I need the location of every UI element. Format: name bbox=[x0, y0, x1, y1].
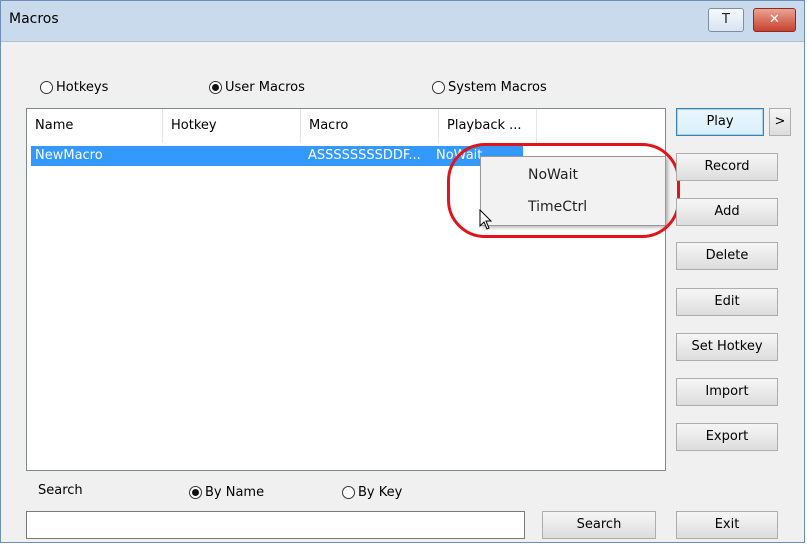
record-button[interactable]: Record bbox=[676, 153, 778, 181]
mouse-cursor-icon bbox=[479, 209, 493, 230]
radio-system-macros-label: System Macros bbox=[448, 79, 547, 95]
edit-button[interactable]: Edit bbox=[676, 288, 778, 316]
table-row[interactable]: NewMacro ASSSSSSSSDDF... NoWait bbox=[31, 146, 523, 166]
search-label: Search bbox=[38, 483, 83, 498]
more-button[interactable]: > bbox=[769, 108, 791, 136]
radio-by-name[interactable]: By Name bbox=[189, 482, 264, 502]
radio-by-key-label: By Key bbox=[358, 484, 403, 500]
add-button[interactable]: Add bbox=[676, 198, 778, 226]
radio-by-name-circle[interactable] bbox=[189, 485, 202, 499]
export-button[interactable]: Export bbox=[676, 423, 778, 451]
delete-button[interactable]: Delete bbox=[676, 242, 778, 270]
radio-hotkeys-label: Hotkeys bbox=[56, 79, 109, 95]
cell-macro: ASSSSSSSSDDF... bbox=[308, 148, 421, 163]
radio-by-key[interactable]: By Key bbox=[342, 482, 402, 502]
title-bar: Macros T ✕ bbox=[1, 1, 804, 42]
radio-user-macros[interactable]: User Macros bbox=[209, 77, 305, 97]
radio-user-macros-label: User Macros bbox=[225, 79, 305, 95]
window-title: Macros bbox=[9, 11, 59, 27]
import-button[interactable]: Import bbox=[676, 378, 778, 406]
radio-user-macros-circle[interactable] bbox=[209, 80, 222, 94]
column-header-macro[interactable]: Macro bbox=[301, 109, 439, 143]
close-button[interactable]: ✕ bbox=[753, 8, 796, 32]
column-header-playback[interactable]: Playback ... bbox=[439, 109, 537, 143]
radio-system-macros[interactable]: System Macros bbox=[432, 77, 547, 97]
search-input[interactable] bbox=[26, 511, 525, 539]
radio-by-name-label: By Name bbox=[205, 484, 265, 500]
radio-system-macros-circle[interactable] bbox=[432, 80, 445, 94]
column-header-name[interactable]: Name bbox=[27, 109, 163, 143]
exit-button[interactable]: Exit bbox=[676, 511, 778, 539]
column-header-hotkey[interactable]: Hotkey bbox=[163, 109, 301, 143]
pin-button[interactable]: T bbox=[708, 8, 744, 32]
radio-hotkeys[interactable]: Hotkeys bbox=[40, 77, 108, 97]
radio-hotkeys-circle[interactable] bbox=[40, 80, 53, 94]
cell-name: NewMacro bbox=[35, 148, 103, 163]
play-button[interactable]: Play bbox=[676, 108, 764, 136]
macros-window: Macros T ✕ Hotkeys User Macros System Ma… bbox=[0, 0, 805, 543]
set-hotkey-button[interactable]: Set Hotkey bbox=[676, 333, 778, 361]
search-button[interactable]: Search bbox=[542, 511, 656, 539]
radio-by-key-circle[interactable] bbox=[342, 485, 355, 499]
